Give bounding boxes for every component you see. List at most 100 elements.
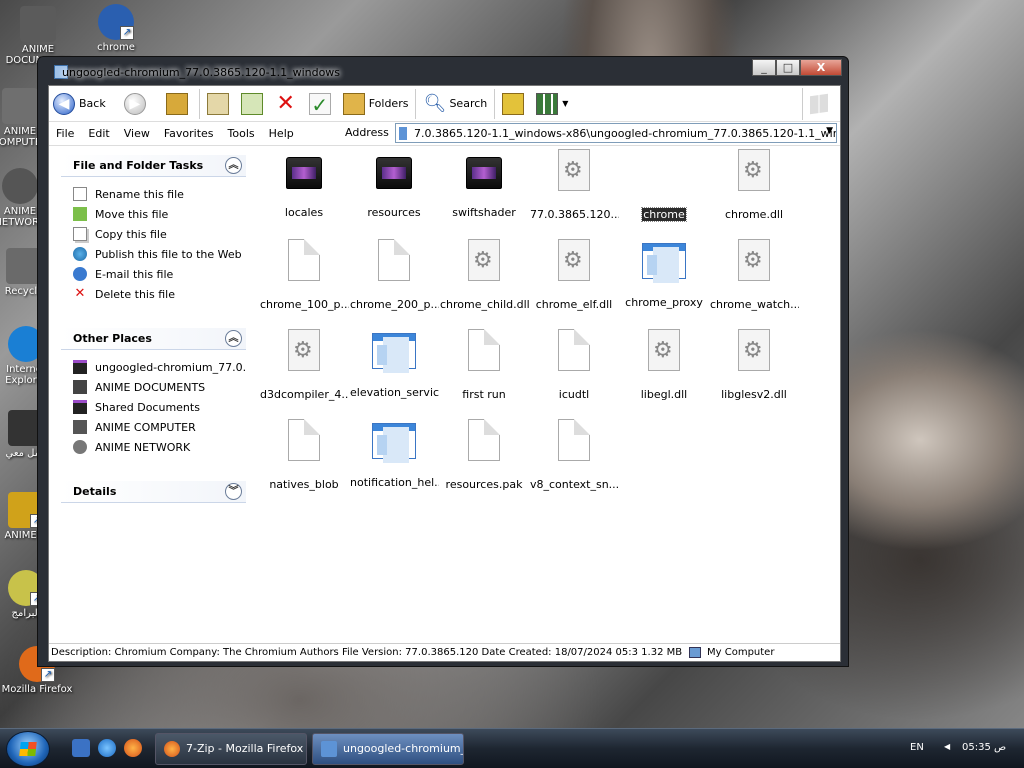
forward-button[interactable]: ▶ <box>110 89 162 119</box>
chevron-down-icon[interactable]: ▼ <box>826 126 833 136</box>
back-button[interactable]: ◀ Back <box>49 89 110 119</box>
blank-file-icon <box>288 419 320 461</box>
gear-file-icon <box>558 239 590 281</box>
file-label: swiftshader <box>452 206 516 219</box>
place-anime-documents[interactable]: ANIME DOCUMENTS <box>73 377 246 397</box>
folders-button[interactable]: Folders <box>339 89 413 119</box>
toolbar-separator <box>198 88 200 119</box>
maximize-button[interactable]: □ <box>776 59 800 76</box>
close-button[interactable]: X <box>800 59 842 76</box>
file-item[interactable]: elevation_service <box>349 329 439 402</box>
other-places-panel: Other Places ︽ ungoogled-chromium_77.0. … <box>61 328 246 457</box>
file-item[interactable]: locales <box>259 149 349 222</box>
panel-title: File and Folder Tasks <box>73 159 204 172</box>
gear-file-icon <box>738 329 770 371</box>
delete-button[interactable]: ✕ <box>271 89 305 119</box>
place-shared-documents[interactable]: Shared Documents <box>73 397 246 417</box>
folder-icon <box>20 6 56 42</box>
task-pane: File and Folder Tasks ︽ Rename this file… <box>49 147 254 643</box>
place-anime-network[interactable]: ANIME NETWORK <box>73 437 246 457</box>
places-list: ungoogled-chromium_77.0. ANIME DOCUMENTS… <box>61 350 246 457</box>
collapse-icon[interactable]: ︽ <box>225 157 242 174</box>
file-item[interactable]: chrome_watch... <box>709 239 799 314</box>
place-anime-computer[interactable]: ANIME COMPUTER <box>73 417 246 437</box>
file-item[interactable]: swiftshader <box>439 149 529 222</box>
menu-edit[interactable]: Edit <box>81 127 116 140</box>
show-desktop-icon[interactable] <box>72 739 90 757</box>
views-button[interactable]: ▼ <box>532 89 572 119</box>
tray-arrow-icon[interactable]: ◀ <box>944 742 950 751</box>
file-item[interactable]: chrome_200_p... <box>349 239 439 314</box>
move-to-button[interactable] <box>203 89 237 119</box>
gear-file-icon <box>738 239 770 281</box>
task-delete[interactable]: ✕ Delete this file <box>73 284 246 304</box>
task-publish[interactable]: Publish this file to the Web <box>73 244 246 264</box>
menu-tools[interactable]: Tools <box>221 127 262 140</box>
clock[interactable]: 05:35 ص <box>962 742 1006 753</box>
internet-explorer-icon[interactable] <box>98 739 116 757</box>
file-item[interactable]: chrome_100_p... <box>259 239 349 314</box>
file-item[interactable]: chrome <box>619 149 709 224</box>
blank-file-icon <box>558 329 590 371</box>
folder-options-button[interactable] <box>498 89 532 119</box>
search-button[interactable]: 🔍︎ Search <box>419 89 491 119</box>
language-indicator[interactable]: EN <box>910 742 924 753</box>
file-item[interactable]: resources <box>349 149 439 222</box>
menu-file[interactable]: File <box>49 127 81 140</box>
expand-icon[interactable]: ︾ <box>225 483 242 500</box>
folder-icon <box>73 360 87 374</box>
panel-header[interactable]: Details ︾ <box>61 481 246 503</box>
task-copy[interactable]: Copy this file <box>73 224 246 244</box>
task-email[interactable]: E-mail this file <box>73 264 246 284</box>
menu-view[interactable]: View <box>117 127 157 140</box>
address-label: Address <box>345 126 389 139</box>
task-rename[interactable]: Rename this file <box>73 184 246 204</box>
file-item[interactable]: v8_context_sn... <box>529 419 619 494</box>
file-item[interactable]: first run <box>439 329 529 404</box>
collapse-icon[interactable]: ︽ <box>225 330 242 347</box>
menu-favorites[interactable]: Favorites <box>157 127 221 140</box>
window-client: ◀ Back ▶ ✕ ✓ Folders 🔍︎ Search ▼ File Ed… <box>48 85 841 662</box>
folder-file-icon <box>286 157 322 189</box>
taskbar-task-firefox[interactable]: 7-Zip - Mozilla Firefox <box>155 733 307 765</box>
file-label: chrome_100_p... <box>260 298 349 311</box>
explorer-window: ungoogled-chromium_77.0.3865.120-1.1_win… <box>37 56 849 667</box>
file-item[interactable]: chrome_child.dll <box>439 239 529 314</box>
title-bar[interactable]: ungoogled-chromium_77.0.3865.120-1.1_win… <box>38 57 848 87</box>
taskbar-task-explorer[interactable]: ungoogled-chromium_... <box>312 733 464 765</box>
firefox-icon[interactable] <box>124 739 142 757</box>
shortcut-arrow-icon: ↗ <box>120 26 134 40</box>
task-label: Move this file <box>95 207 169 221</box>
menu-help[interactable]: Help <box>262 127 301 140</box>
copy-to-button[interactable] <box>237 89 271 119</box>
chevron-down-icon: ▼ <box>562 99 569 108</box>
folders-label: Folders <box>368 97 409 110</box>
file-item[interactable]: chrome_elf.dll <box>529 239 619 314</box>
start-button[interactable] <box>6 731 50 767</box>
file-item[interactable]: 77.0.3865.120... <box>529 149 619 224</box>
panel-header[interactable]: Other Places ︽ <box>61 328 246 350</box>
file-item[interactable]: chrome.dll <box>709 149 799 224</box>
file-item[interactable]: libglesv2.dll <box>709 329 799 404</box>
up-button[interactable] <box>162 89 196 119</box>
task-move[interactable]: Move this file <box>73 204 246 224</box>
file-item[interactable]: chrome_proxy <box>619 239 709 312</box>
address-bar[interactable]: 7.0.3865.120-1.1_windows-x86\ungoogled-c… <box>395 123 837 143</box>
file-item[interactable]: libegl.dll <box>619 329 709 404</box>
file-item[interactable]: notification_hel... <box>349 419 439 492</box>
properties-button[interactable]: ✓ <box>305 89 339 119</box>
file-item[interactable]: icudtl <box>529 329 619 404</box>
file-item[interactable]: resources.pak <box>439 419 529 494</box>
file-item[interactable]: d3dcompiler_4... <box>259 329 349 404</box>
task-label: Publish this file to the Web <box>95 247 242 261</box>
taskbar: 7-Zip - Mozilla Firefox ungoogled-chromi… <box>0 728 1024 768</box>
toolbar-separator <box>415 88 417 119</box>
place-parent-folder[interactable]: ungoogled-chromium_77.0. <box>73 357 246 377</box>
file-label: v8_context_sn... <box>530 478 619 491</box>
file-item[interactable]: natives_blob <box>259 419 349 494</box>
folder-file-icon <box>466 157 502 189</box>
desktop-icon-chrome[interactable]: ↗ chrome <box>76 4 156 53</box>
panel-header[interactable]: File and Folder Tasks ︽ <box>61 155 246 177</box>
minimize-button[interactable]: _ <box>752 59 776 76</box>
task-label: 7-Zip - Mozilla Firefox <box>186 742 304 755</box>
